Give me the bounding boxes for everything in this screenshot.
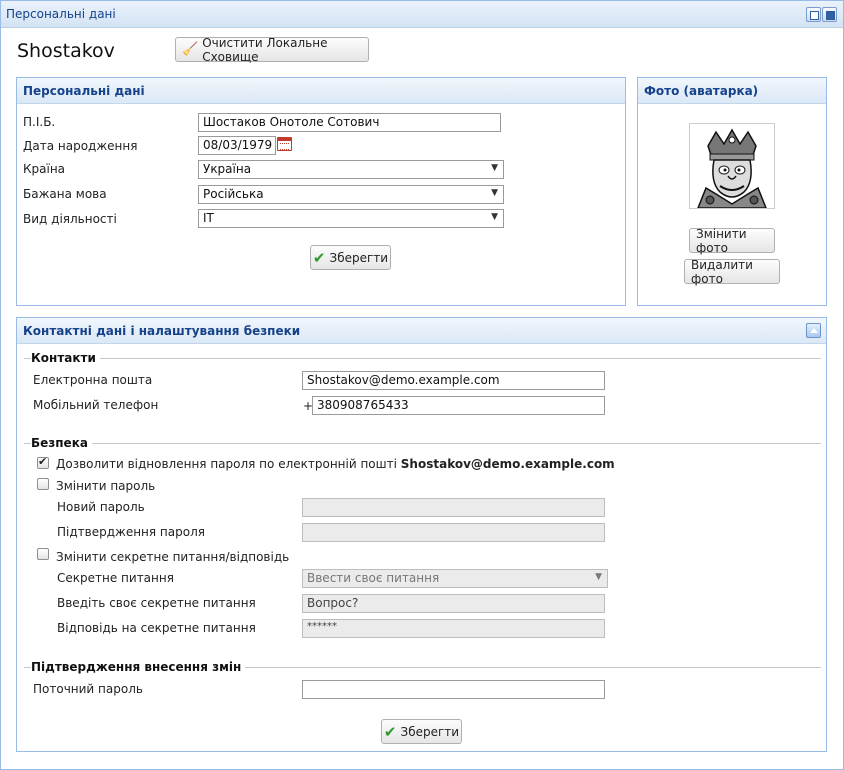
current-password-input[interactable]: [302, 680, 605, 699]
phone-label: Мобільний телефон: [33, 398, 159, 412]
secret-question-label: Секретне питання: [57, 571, 174, 585]
email-label: Електронна пошта: [33, 373, 153, 387]
personal-data-header: Персональні дані: [17, 78, 625, 104]
password-recovery-checkbox[interactable]: [37, 455, 49, 469]
change-photo-button[interactable]: Змінити фото: [689, 226, 775, 255]
calendar-icon[interactable]: [277, 137, 292, 151]
security-separator: [24, 443, 821, 444]
save-contact-label: Зберегти: [400, 724, 460, 739]
security-section-title: Безпека: [31, 436, 92, 450]
email-input[interactable]: Shostakov@demo.example.com: [302, 371, 605, 390]
checkmark-icon: ✔: [312, 248, 326, 267]
change-password-label: Змінити пароль: [56, 479, 156, 493]
avatar-image: [689, 123, 775, 209]
own-question-input[interactable]: Вопрос?: [302, 594, 605, 613]
clear-local-storage-button[interactable]: 🧹 Очистити Локальне Сховище: [175, 35, 369, 64]
secret-answer-label: Відповідь на секретне питання: [57, 621, 256, 635]
checkmark-icon: ✔: [383, 722, 397, 741]
new-password-input[interactable]: [302, 498, 605, 517]
fio-label: П.І.Б.: [23, 115, 56, 129]
secret-question-value: Ввести своє питання: [307, 571, 440, 585]
photo-panel-header: Фото (аватарка): [638, 78, 826, 104]
country-select-value: Україна: [203, 162, 252, 176]
new-password-label: Новий пароль: [57, 500, 145, 514]
phone-input[interactable]: 380908765433: [312, 396, 605, 415]
contact-security-header: Контактні дані і налаштування безпеки: [17, 318, 826, 344]
delete-photo-label: Видалити фото: [691, 257, 753, 286]
country-label: Країна: [23, 162, 66, 176]
password-recovery-label: Дозволити відновлення пароля по електрон…: [56, 457, 615, 471]
change-password-checkbox[interactable]: [37, 478, 49, 490]
close-icon[interactable]: [822, 7, 837, 22]
country-select[interactable]: Україна: [198, 160, 504, 179]
change-secret-label: Змінити секретне питання/відповідь: [56, 550, 290, 564]
secret-answer-input[interactable]: ******: [302, 619, 605, 638]
own-question-label: Введіть своє секретне питання: [57, 596, 256, 610]
password-recovery-text: Дозволити відновлення пароля по електрон…: [56, 457, 397, 471]
contacts-separator: [24, 358, 821, 359]
secret-question-select[interactable]: Ввести своє питання: [302, 569, 608, 588]
window-title: Персональні дані: [6, 7, 116, 21]
activity-select[interactable]: IT: [198, 209, 504, 228]
birth-date-input[interactable]: 08/03/1979: [198, 136, 276, 155]
language-label: Бажана мова: [23, 187, 107, 201]
window-titlebar: Персональні дані: [1, 1, 843, 28]
activity-select-value: IT: [203, 211, 214, 225]
collapse-panel-icon[interactable]: [806, 323, 821, 338]
fio-input[interactable]: Шостаков Онотоле Сотович: [198, 113, 501, 132]
contacts-section-title: Контакти: [31, 351, 100, 365]
birth-date-label: Дата народження: [23, 139, 138, 153]
password-recovery-email: Shostakov@demo.example.com: [400, 457, 615, 471]
language-select-value: Російська: [203, 187, 264, 201]
change-photo-label: Змінити фото: [696, 226, 747, 255]
save-contact-button[interactable]: ✔ Зберегти: [381, 719, 462, 744]
confirm-password-label: Підтвердження пароля: [57, 525, 205, 539]
save-personal-label: Зберегти: [329, 250, 389, 265]
minimize-icon[interactable]: [806, 7, 821, 22]
language-select[interactable]: Російська: [198, 185, 504, 204]
change-secret-checkbox[interactable]: [37, 548, 49, 560]
broom-icon: 🧹: [182, 42, 199, 57]
clear-local-storage-label: Очистити Локальне Сховище: [202, 35, 328, 64]
confirm-password-input[interactable]: [302, 523, 605, 542]
delete-photo-button[interactable]: Видалити фото: [684, 257, 780, 286]
confirm-section-title: Підтвердження внесення змін: [31, 660, 246, 674]
current-password-label: Поточний пароль: [33, 682, 143, 696]
save-personal-button[interactable]: ✔ Зберегти: [310, 245, 391, 270]
activity-label: Вид діяльності: [23, 212, 117, 226]
user-name-heading: Shostakov: [17, 40, 115, 62]
